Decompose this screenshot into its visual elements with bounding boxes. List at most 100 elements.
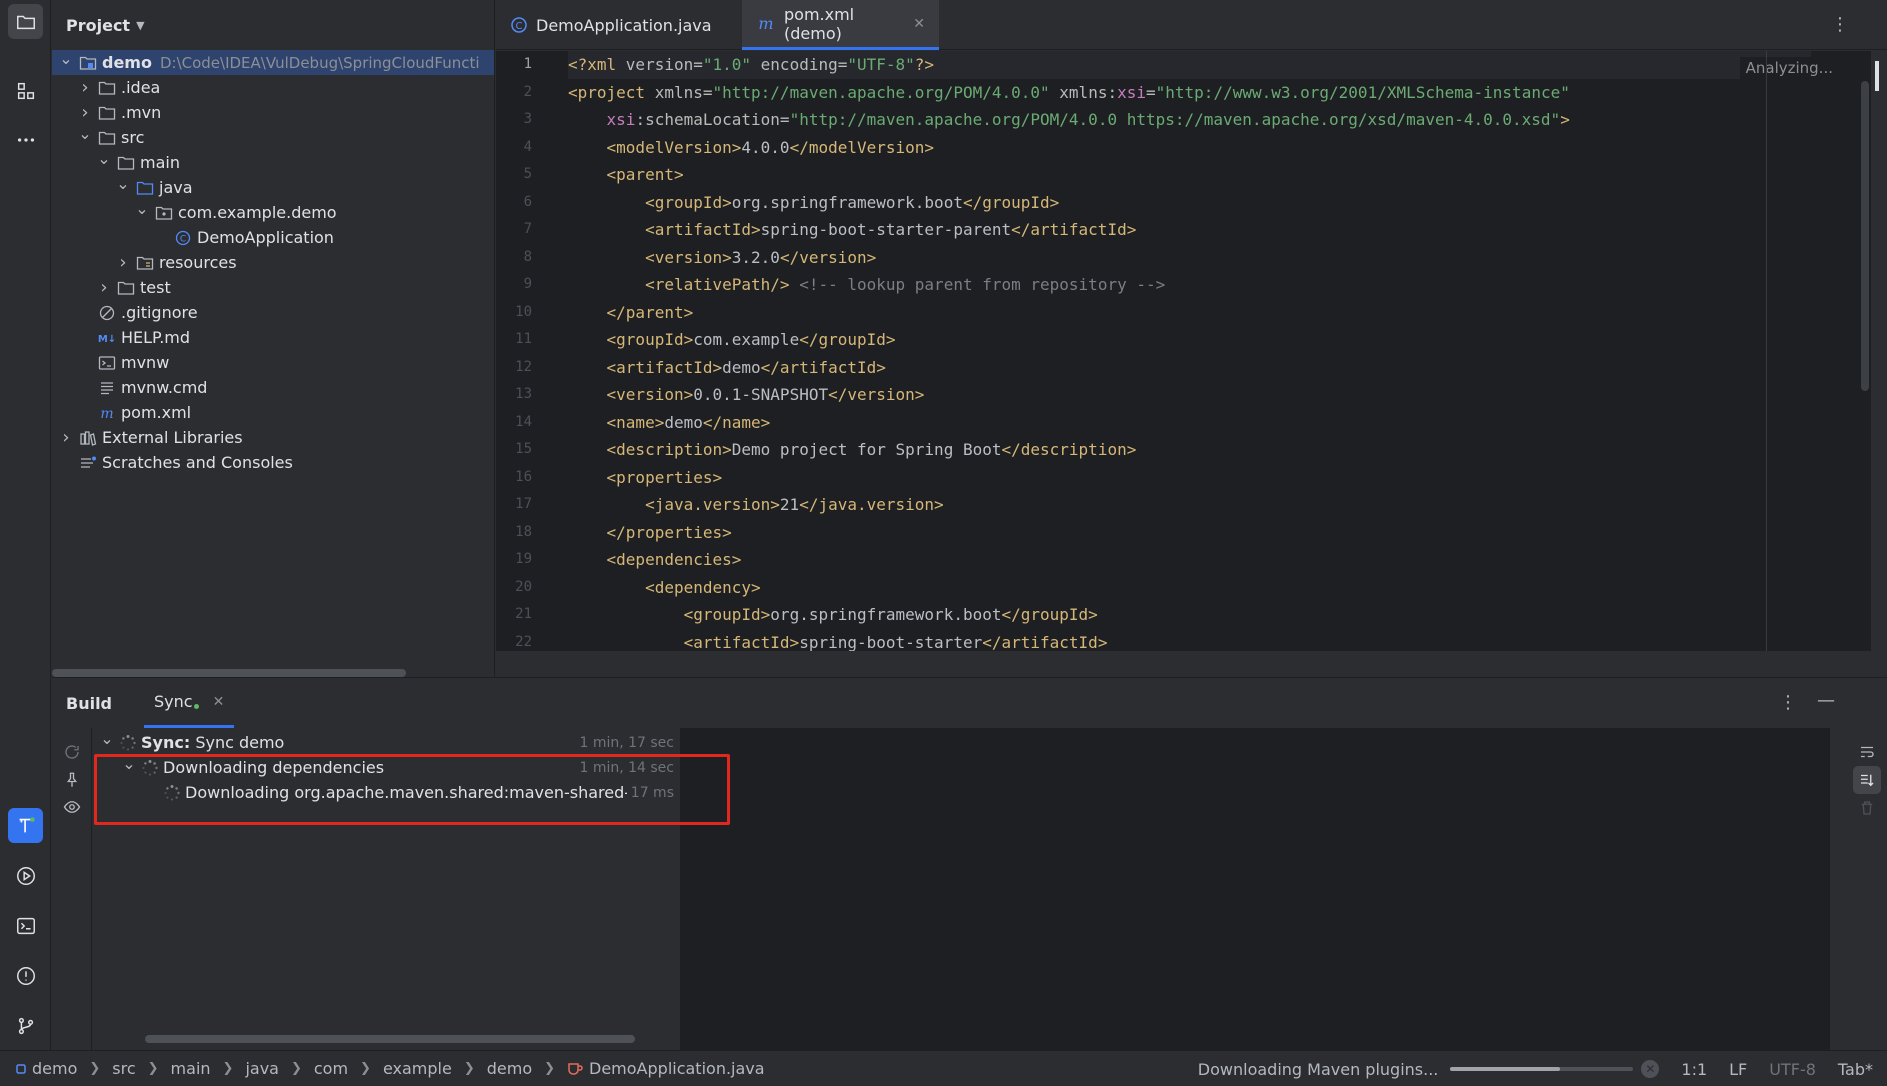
code-line[interactable]: <java.version>21</java.version> [568, 491, 1811, 519]
view-options-button[interactable] [60, 795, 84, 819]
breadcrumb-item[interactable]: java ❯ [245, 1059, 313, 1078]
code-line[interactable]: </parent> [568, 299, 1811, 327]
chevron-down-icon[interactable]: ⌄ [77, 124, 93, 143]
build-tree-item[interactable]: ⌄ Sync: Sync demo 1 min, 17 sec [93, 729, 680, 755]
chevron-down-icon[interactable]: ⌄ [121, 754, 137, 773]
close-icon[interactable]: ✕ [213, 694, 225, 710]
close-icon[interactable]: ✕ [913, 16, 925, 32]
tree-item[interactable]: ⌄ com.example.demo [52, 199, 494, 225]
scroll-to-end-button[interactable] [1853, 766, 1881, 794]
code-line[interactable]: <dependencies> [568, 546, 1811, 574]
more-tools-button[interactable] [8, 122, 43, 157]
project-panel-header[interactable]: Project ▼ [52, 0, 494, 50]
tree-item[interactable]: mvnw.cmd [52, 375, 494, 400]
chevron-down-icon[interactable]: ⌄ [99, 729, 115, 748]
chevron-right-icon[interactable]: › [115, 252, 131, 273]
code-token: </java.version> [799, 495, 944, 514]
git-tool-button[interactable] [8, 1008, 43, 1043]
chevron-right-icon: ❯ [222, 1061, 234, 1076]
rerun-button[interactable] [60, 740, 84, 764]
code-line[interactable]: </properties> [568, 519, 1811, 547]
pin-button[interactable] [60, 768, 84, 792]
chevron-down-icon[interactable]: ⌄ [115, 174, 131, 193]
tree-item[interactable]: › External Libraries [52, 425, 494, 450]
chevron-down-icon[interactable]: ⌄ [134, 199, 150, 218]
chevron-down-icon[interactable]: ⌄ [96, 149, 112, 168]
breadcrumb-item[interactable]: demo ❯ [16, 1059, 112, 1078]
horizontal-scrollbar[interactable] [52, 669, 406, 677]
caret-position[interactable]: 1:1 [1681, 1060, 1707, 1079]
run-tool-button[interactable] [8, 858, 43, 893]
tab-demoapplication-java[interactable]: C DemoApplication.java [496, 0, 742, 50]
tree-item[interactable]: Scratches and Consoles [52, 450, 494, 475]
chevron-right-icon[interactable]: › [58, 427, 74, 448]
tree-item[interactable]: ⌄ src [52, 124, 494, 150]
chevron-right-icon[interactable]: › [77, 102, 93, 123]
tree-item[interactable]: C DemoApplication [52, 225, 494, 250]
chevron-right-icon[interactable]: › [96, 277, 112, 298]
minimize-icon[interactable]: — [1817, 690, 1835, 711]
horizontal-scrollbar[interactable] [145, 1035, 635, 1043]
cancel-icon[interactable]: ✕ [1641, 1060, 1660, 1078]
tree-item[interactable]: mvnw [52, 350, 494, 375]
indent-setting[interactable]: Tab* [1838, 1060, 1873, 1079]
clear-button[interactable] [1853, 794, 1881, 822]
breadcrumb-item[interactable]: com ❯ [314, 1059, 383, 1078]
code-line[interactable]: <properties> [568, 464, 1811, 492]
build-output-console[interactable] [680, 728, 1830, 1051]
project-tool-button[interactable] [8, 4, 43, 39]
progress-label[interactable]: Downloading Maven plugins... [1198, 1060, 1439, 1079]
tree-item[interactable]: › .mvn [52, 100, 494, 125]
code-line[interactable]: <?xml version="1.0" encoding="UTF-8"?> [568, 51, 1811, 79]
code-line[interactable]: <groupId>org.springframework.boot</group… [568, 189, 1811, 217]
code-line[interactable]: <project xmlns="http://maven.apache.org/… [568, 79, 1811, 107]
code-line[interactable]: <artifactId>spring-boot-starter</artifac… [568, 629, 1811, 652]
code-line[interactable]: <groupId>org.springframework.boot</group… [568, 601, 1811, 629]
line-separator[interactable]: LF [1729, 1060, 1747, 1079]
more-vertical-icon[interactable]: ⋮ [1831, 14, 1849, 35]
soft-wrap-button[interactable] [1853, 738, 1881, 766]
tree-item[interactable]: M↓ HELP.md [52, 325, 494, 350]
chevron-right-icon[interactable]: › [77, 77, 93, 98]
structure-tool-button[interactable] [8, 73, 43, 108]
tree-item[interactable]: m pom.xml [52, 400, 494, 425]
breadcrumb-item[interactable]: example ❯ [383, 1059, 487, 1078]
breadcrumb-item[interactable]: demo ❯ [487, 1059, 567, 1078]
file-encoding[interactable]: UTF-8 [1769, 1060, 1816, 1079]
code-editor[interactable]: 1 2 3 4 5 6 7 8 9 10 11 12 13 14 15 16 17 18 19 20 21 22 <?xm… [496, 51, 1871, 651]
code-area[interactable]: <?xml version="1.0" encoding="UTF-8"?> <p… [568, 51, 1811, 651]
code-line[interactable]: <relativePath/> <!-- lookup parent from … [568, 271, 1811, 299]
breadcrumb-item[interactable]: DemoApplication.java [567, 1059, 765, 1078]
tab-pom-xml[interactable]: m pom.xml (demo) ✕ [742, 0, 939, 50]
chevron-down-icon[interactable]: ⌄ [58, 49, 74, 68]
breadcrumb-item[interactable]: main ❯ [171, 1059, 246, 1078]
tree-item[interactable]: › .idea [52, 75, 494, 100]
code-line[interactable]: <groupId>com.example</groupId> [568, 326, 1811, 354]
code-line[interactable]: <name>demo</name> [568, 409, 1811, 437]
vertical-scrollbar[interactable] [1861, 81, 1869, 391]
code-line[interactable]: <version>3.2.0</version> [568, 244, 1811, 272]
tree-item[interactable]: .gitignore [52, 300, 494, 325]
terminal-tool-button[interactable] [8, 908, 43, 943]
code-line[interactable]: <artifactId>spring-boot-starter-parent</… [568, 216, 1811, 244]
build-tree-item[interactable]: ⌄ Downloading dependencies 1 min, 14 sec [93, 754, 680, 780]
code-line[interactable]: <parent> [568, 161, 1811, 189]
breadcrumb-item[interactable]: src ❯ [112, 1059, 170, 1078]
problems-tool-button[interactable] [8, 958, 43, 993]
code-line[interactable]: xsi:schemaLocation="http://maven.apache.… [568, 106, 1811, 134]
tree-item[interactable]: › test [52, 275, 494, 300]
tree-item[interactable]: › resources [52, 250, 494, 275]
build-tree-item[interactable]: Downloading org.apache.maven.shared:mave… [93, 780, 680, 805]
code-line[interactable]: <artifactId>demo</artifactId> [568, 354, 1811, 382]
code-line[interactable]: <description>Demo project for Spring Boo… [568, 436, 1811, 464]
tree-item[interactable]: ⌄ java [52, 174, 494, 200]
tree-item[interactable]: ⌄ main [52, 149, 494, 175]
tab-sync[interactable]: Sync ✕ [144, 678, 235, 728]
code-line[interactable]: <modelVersion>4.0.0</modelVersion> [568, 134, 1811, 162]
code-line[interactable]: <version>0.0.1-SNAPSHOT</version> [568, 381, 1811, 409]
more-vertical-icon[interactable]: ⋮ [1779, 692, 1797, 713]
build-tool-button[interactable] [8, 808, 43, 843]
code-line[interactable]: <dependency> [568, 574, 1811, 602]
progress-bar[interactable] [1450, 1067, 1634, 1071]
tree-item[interactable]: ⌄ demo D:\Code\IDEA\VulDebug\SpringCloudFu… [52, 49, 494, 75]
